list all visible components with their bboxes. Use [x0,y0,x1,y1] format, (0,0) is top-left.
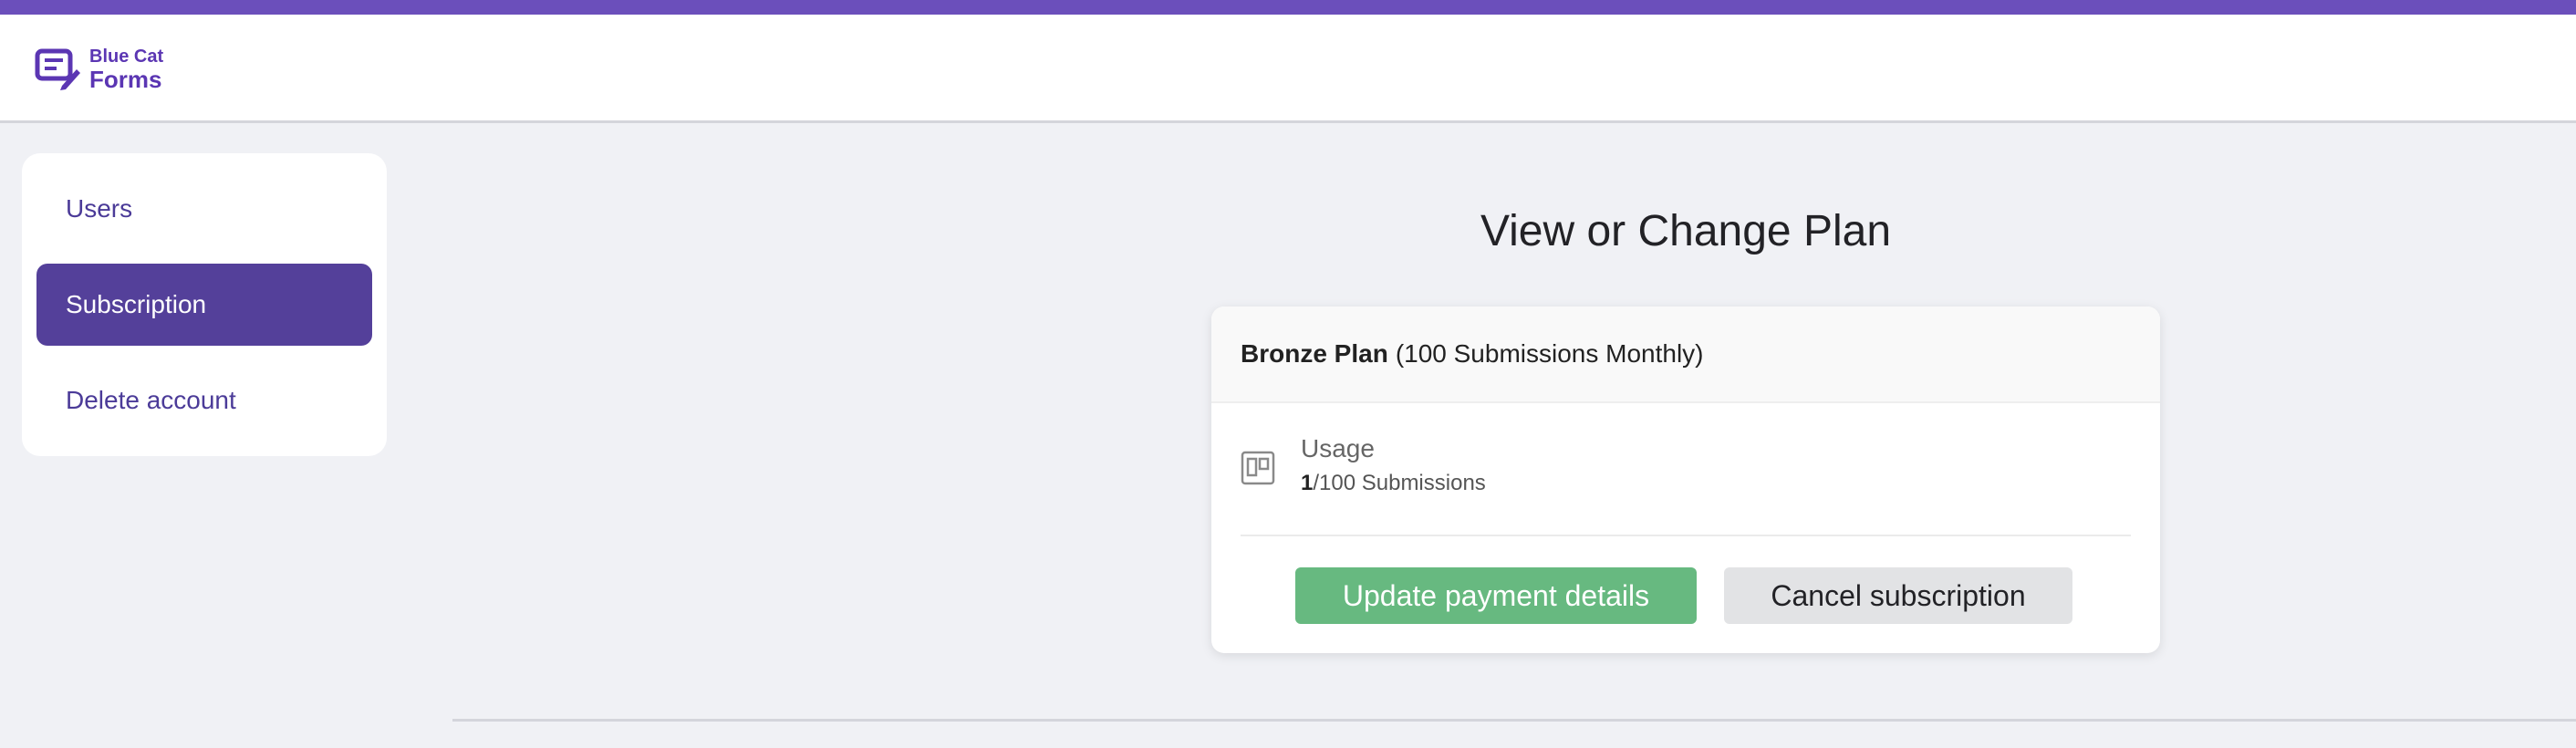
form-edit-icon [35,48,80,90]
usage-count: 1 [1301,471,1314,495]
card-divider [1241,535,2131,536]
page-title: View or Change Plan [1480,207,1892,255]
usage-row: Usage 1/100 Submissions [1241,434,2131,535]
brand-logo[interactable]: Blue Cat Forms [35,47,163,91]
sidebar-item-delete-account[interactable]: Delete account [36,359,372,442]
update-payment-button[interactable]: Update payment details [1295,567,1697,624]
sidebar-item-subscription[interactable]: Subscription [36,264,372,346]
usage-label: Usage [1301,434,1375,462]
sidebar-item-users[interactable]: Users [36,168,372,250]
sidebar-item-label: Delete account [66,386,236,414]
footer-divider [452,719,2576,722]
columns-icon [1241,451,1275,485]
plan-card-header: Bronze Plan (100 Submissions Monthly) [1211,306,2160,403]
usage-value: 1/100 Submissions [1301,471,1486,496]
plan-detail: (100 Submissions Monthly) [1395,339,1704,368]
plan-name: Bronze Plan [1241,339,1388,368]
brand-name-line1: Blue Cat [89,47,164,67]
sidebar-item-label: Users [66,194,133,223]
brand-name-line2: Forms [89,66,162,93]
settings-sidebar: Users Subscription Delete account [22,153,387,456]
brand-name: Blue Cat Forms [89,47,163,91]
plan-card: Bronze Plan (100 Submissions Monthly) Us… [1211,306,2160,653]
app-header: Blue Cat Forms [0,15,2576,123]
sidebar-item-label: Subscription [66,290,207,318]
top-accent-bar [0,0,2576,15]
cancel-subscription-button[interactable]: Cancel subscription [1724,567,2072,624]
usage-total: /100 Submissions [1313,471,1486,495]
